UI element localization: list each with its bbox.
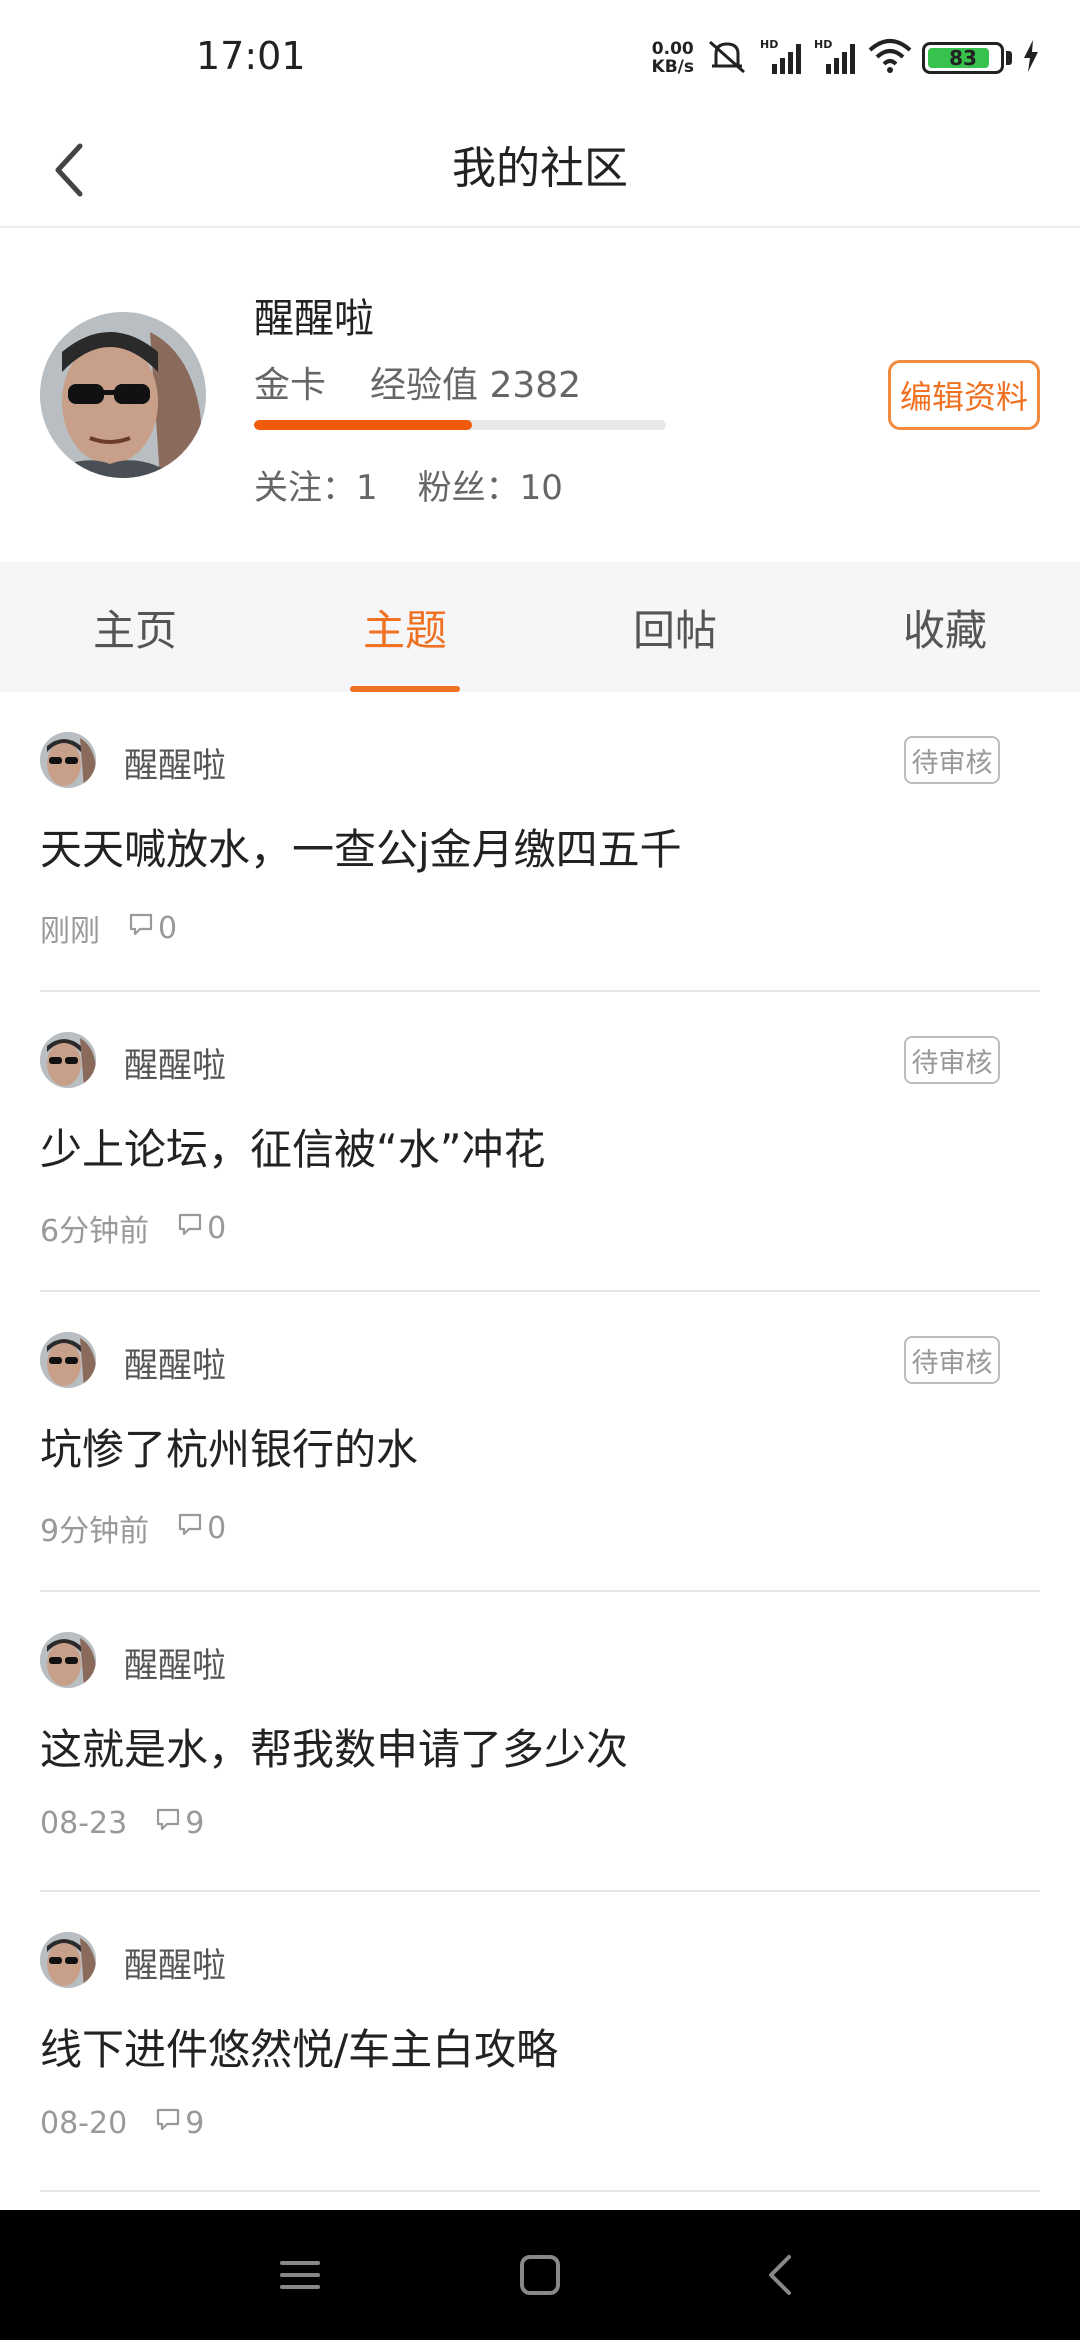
list-item[interactable]: 醒醒啦这就是水，帮我数申请了多少次 08-23 9 xyxy=(40,1592,1040,1892)
post-time: 6分钟前 xyxy=(40,1214,150,1249)
post-time: 08-23 xyxy=(40,1806,128,1841)
post-title[interactable]: 线下进件悠然悦/车主白攻略 xyxy=(40,2016,558,2077)
status-badge: 待审核 xyxy=(904,736,1000,784)
follow-row: 关注：1 粉丝：10 xyxy=(254,460,563,509)
battery-cap xyxy=(1006,51,1012,65)
post-author: 醒醒啦 xyxy=(124,746,226,786)
list-item[interactable]: 醒醒啦线下进件悠然悦/车主白攻略 08-20 9 xyxy=(40,1892,1040,2192)
avatar[interactable] xyxy=(40,732,96,788)
comment-number: 0 xyxy=(207,1210,227,1246)
post-meta: 08-20 9 xyxy=(40,2106,204,2141)
wifi-icon xyxy=(868,38,912,78)
comment-icon xyxy=(177,1511,203,1546)
post-list: 醒醒啦 待审核 天天喊放水，一查公j金月缴四五千 刚刚 0 醒醒啦 待审核 少上论坛，征信被“… xyxy=(0,692,1080,2192)
avatar[interactable] xyxy=(40,1332,96,1388)
avatar[interactable] xyxy=(40,1932,96,1988)
comment-number: 0 xyxy=(207,1510,227,1546)
avatar[interactable] xyxy=(40,312,206,478)
post-time: 刚刚 xyxy=(40,914,100,949)
comment-icon xyxy=(128,911,154,946)
status-icons: 0.00 KB/s HD HD 83 xyxy=(652,34,1040,82)
profile-header: 醒醒啦 金卡 经验值 2382 关注：1 粉丝：10 编辑资料 xyxy=(0,230,1080,560)
status-badge: 待审核 xyxy=(904,1336,1000,1384)
nav-bar: 我的社区 xyxy=(0,110,1080,228)
svg-text:HD: HD xyxy=(814,38,832,51)
comment-icon xyxy=(177,1211,203,1246)
level-row: 金卡 经验值 2382 xyxy=(254,356,581,408)
comment-number: 9 xyxy=(185,2106,205,2141)
post-meta: 08-23 9 xyxy=(40,1806,204,1841)
status-time: 17:01 xyxy=(196,34,306,78)
post-title[interactable]: 坑惨了杭州银行的水 xyxy=(40,1416,418,1477)
exp-value: 经验值 2382 xyxy=(370,365,582,406)
post-title[interactable]: 这就是水，帮我数申请了多少次 xyxy=(40,1716,628,1777)
comment-count: 9 xyxy=(155,1806,204,1841)
post-meta: 6分钟前 0 xyxy=(40,1206,226,1250)
tab-bar: 主页 主题 回帖 收藏 xyxy=(0,562,1080,692)
post-title[interactable]: 天天喊放水，一查公j金月缴四五千 xyxy=(40,816,682,877)
list-item[interactable]: 醒醒啦 待审核坑惨了杭州银行的水 9分钟前 0 xyxy=(40,1292,1040,1592)
status-bar: 17:01 0.00 KB/s HD HD 83 xyxy=(0,0,1080,110)
post-meta: 9分钟前 0 xyxy=(40,1506,226,1550)
comment-icon xyxy=(155,1806,181,1841)
username: 醒醒啦 xyxy=(254,296,374,342)
svg-text:HD: HD xyxy=(760,38,778,51)
mute-icon xyxy=(704,36,750,80)
avatar[interactable] xyxy=(40,1032,96,1088)
edit-profile-button[interactable]: 编辑资料 xyxy=(888,360,1040,430)
post-author: 醒醒啦 xyxy=(124,1346,226,1386)
post-time: 08-20 xyxy=(40,2106,128,2141)
menu-button[interactable] xyxy=(260,2235,340,2315)
page-title: 我的社区 xyxy=(452,143,628,194)
status-badge: 待审核 xyxy=(904,1036,1000,1084)
menu-icon xyxy=(280,2261,320,2289)
back-arrow-icon xyxy=(769,2255,791,2295)
tab-replies[interactable]: 回帖 xyxy=(540,562,810,692)
signal-hd-icon: HD xyxy=(760,36,804,80)
following-count[interactable]: 关注：1 xyxy=(254,460,378,509)
post-author: 醒醒啦 xyxy=(124,1646,226,1686)
system-back-button[interactable] xyxy=(740,2235,820,2315)
member-level: 金卡 xyxy=(254,365,327,406)
system-nav-bar xyxy=(0,2210,1080,2340)
post-author: 醒醒啦 xyxy=(124,1946,226,1986)
post-author: 醒醒啦 xyxy=(124,1046,226,1086)
post-title[interactable]: 少上论坛，征信被“水”冲花 xyxy=(40,1116,546,1177)
post-meta: 刚刚 0 xyxy=(40,906,177,950)
home-square-icon xyxy=(520,2255,560,2295)
exp-progress-bar xyxy=(254,420,666,430)
comment-number: 9 xyxy=(185,1806,205,1841)
tab-topics[interactable]: 主题 xyxy=(270,562,540,692)
comment-icon xyxy=(155,2106,181,2141)
comment-count: 9 xyxy=(155,2106,204,2141)
avatar[interactable] xyxy=(40,1632,96,1688)
charging-icon xyxy=(1022,40,1040,76)
comment-count: 0 xyxy=(128,911,177,946)
battery-icon: 83 xyxy=(922,42,1004,74)
comment-count: 0 xyxy=(177,1511,226,1546)
post-time: 9分钟前 xyxy=(40,1514,150,1549)
signal-hd-icon: HD xyxy=(814,36,858,80)
tab-favorites[interactable]: 收藏 xyxy=(810,562,1080,692)
avatar-image xyxy=(40,312,206,478)
comment-count: 0 xyxy=(177,1211,226,1246)
comment-number: 0 xyxy=(158,910,178,946)
home-button[interactable] xyxy=(500,2235,580,2315)
list-item[interactable]: 醒醒啦 待审核少上论坛，征信被“水”冲花 6分钟前 0 xyxy=(40,992,1040,1292)
exp-progress-fill xyxy=(254,420,473,430)
list-item[interactable]: 醒醒啦 待审核天天喊放水，一查公j金月缴四五千刚刚 0 xyxy=(40,692,1040,992)
followers-count[interactable]: 粉丝：10 xyxy=(418,460,563,509)
net-speed: 0.00 KB/s xyxy=(651,39,694,77)
tab-home[interactable]: 主页 xyxy=(0,562,270,692)
